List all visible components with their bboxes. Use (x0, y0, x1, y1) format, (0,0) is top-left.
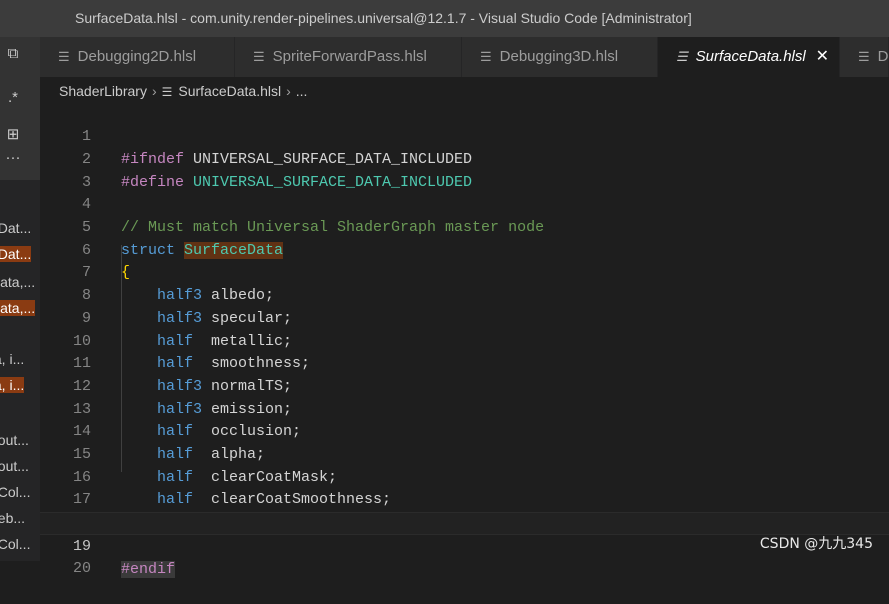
more-icon[interactable]: ··· (0, 149, 26, 166)
file-lines-icon: ☰ (161, 85, 173, 99)
code-line[interactable]: 10 half smoothness; (40, 308, 889, 373)
code-line[interactable]: 12 half3 emission; (40, 353, 889, 418)
tab-overflow[interactable]: ☰ D (840, 37, 889, 77)
chevron-right-icon: › (151, 83, 157, 99)
code-line[interactable]: 9 half metallic; (40, 285, 889, 350)
search-result-item[interactable]: gCol... (0, 481, 40, 503)
close-icon[interactable]: ✕ (816, 37, 829, 77)
search-result-item[interactable]: eDat... (0, 217, 40, 239)
code-line[interactable]: 1 #ifndef UNIVERSAL_SURFACE_DATA_INCLUDE… (40, 104, 889, 168)
code-line[interactable]: 4 // Must match Universal ShaderGraph ma… (40, 172, 889, 236)
file-lines-icon: ☰ (676, 49, 688, 64)
code-line[interactable]: 3 (40, 149, 889, 191)
watermark: CSDN @九九345 (759, 536, 873, 552)
breadcrumb-folder[interactable]: ShaderLibrary (59, 83, 147, 99)
code-line[interactable]: 11 half3 normalTS; (40, 331, 889, 395)
code-line[interactable]: 15 half clearCoatMask; (40, 421, 889, 486)
editor-tab-bar: ☰ Debugging2D.hlsl ☰ SpriteForwardPass.hls… (40, 37, 889, 77)
search-result-item[interactable]: ta, i... (0, 348, 40, 370)
search-result-item[interactable]: eDat... (0, 243, 40, 265)
code-line[interactable]: 7 half3 albedo; (40, 240, 889, 304)
extensions-icon[interactable]: ⊞ (0, 125, 26, 143)
search-result-item[interactable]: gCol... (0, 533, 40, 555)
tab-debugging3d[interactable]: ☰ Debugging3D.hlsl (462, 37, 658, 77)
code-line[interactable]: 16 half clearCoatSmoothness; (40, 444, 889, 509)
code-line[interactable]: 5 struct SurfaceData (40, 194, 889, 259)
tab-spriteforwardpass[interactable]: ☰ SpriteForwardPass.hlsl (235, 37, 462, 77)
search-results-panel: eDat... eDat... Data,... Data,... ta, i.… (0, 180, 40, 561)
copy-icon[interactable]: ⧉ (0, 45, 26, 62)
code-line[interactable]: 13 half occlusion; (40, 376, 889, 441)
tab-debugging2d[interactable]: ☰ Debugging2D.hlsl (40, 37, 235, 77)
code-line[interactable]: 14 half alpha; (40, 399, 889, 463)
search-result-item[interactable]: nout... (0, 455, 40, 477)
breadcrumb: ShaderLibrary › ☰ SurfaceData.hlsl ›... (40, 77, 889, 103)
search-result-item[interactable]: Data,... (0, 271, 40, 293)
code-line[interactable]: 18 (40, 489, 889, 531)
code-line[interactable]: 8 half3 specular; (40, 262, 889, 327)
breadcrumb-trail[interactable]: ... (296, 83, 308, 99)
file-lines-icon: ☰ (253, 49, 265, 64)
breadcrumb-file[interactable]: SurfaceData.hlsl (178, 83, 281, 99)
code-editor[interactable]: 1 #ifndef UNIVERSAL_SURFACE_DATA_INCLUDE… (40, 103, 889, 578)
file-lines-icon: ☰ (58, 49, 70, 64)
chevron-right-icon: › (286, 83, 291, 99)
search-result-item[interactable]: nout... (0, 429, 40, 451)
code-line[interactable]: 17 }; (40, 467, 889, 531)
search-result-item[interactable]: deb... (0, 507, 40, 529)
regex-icon[interactable]: .* (0, 89, 26, 106)
search-result-item[interactable]: ta, i... (0, 374, 40, 396)
directive: #endif (121, 560, 176, 578)
code-line[interactable]: 6 { (40, 217, 889, 282)
file-lines-icon: ☰ (858, 49, 870, 64)
window-title: SurfaceData.hlsl - com.unity.render-pipe… (0, 0, 889, 37)
file-lines-icon: ☰ (480, 49, 492, 64)
code-line[interactable]: 2 #define UNIVERSAL_SURFACE_DATA_INCLUDE… (40, 126, 889, 191)
search-result-item[interactable]: Data,... (0, 297, 40, 319)
code-line-current[interactable]: 19 #endif (40, 512, 889, 578)
tab-surfacedata[interactable]: ☰ SurfaceData.hlsl ✕ (658, 37, 840, 77)
